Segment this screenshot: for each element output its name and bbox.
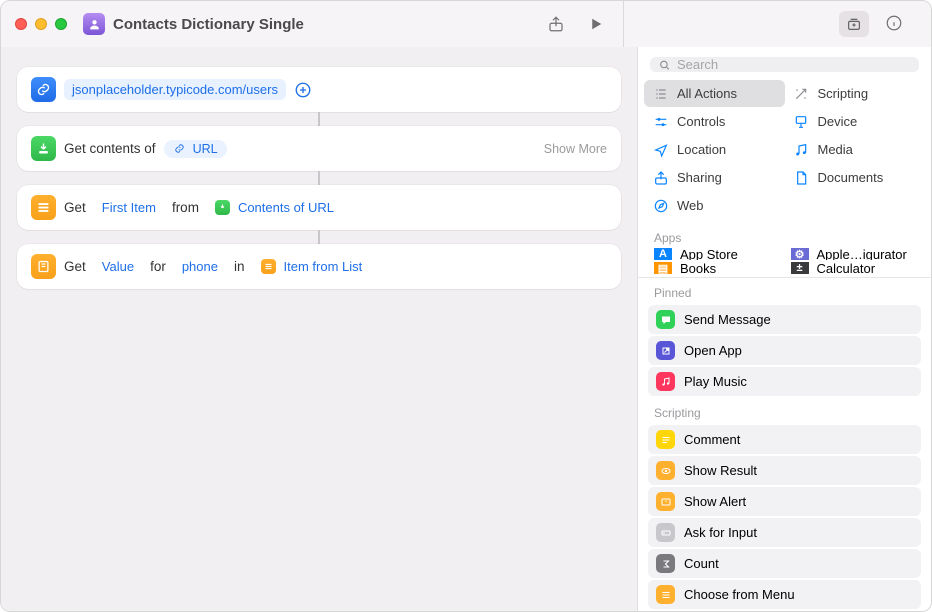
variable-url[interactable]: URL [164,140,227,158]
url-action-block[interactable]: jsonplaceholder.typicode.com/users [17,67,621,112]
window-controls [15,18,67,30]
action-item[interactable]: Show Result [648,456,921,485]
music-icon [793,141,810,158]
music-icon [656,372,675,391]
category-location[interactable]: Location [644,136,785,163]
word-for: for [150,259,166,274]
category-grid: All ActionsScriptingControlsDeviceLocati… [638,80,931,223]
action-item[interactable]: Comment [648,425,921,454]
variable-item-from-list[interactable]: Item from List [253,256,371,277]
get-item-action-block[interactable]: Get First Item from Contents of URL [17,185,621,230]
category-scripting[interactable]: Scripting [785,80,926,107]
action-item[interactable]: Send Message [648,305,921,334]
apps-grid: AApp Store⚙Apple…igurator▤Books±Calculat… [638,248,931,274]
category-device[interactable]: Device [785,108,926,135]
zoom-window-button[interactable] [55,18,67,30]
search-input[interactable] [677,57,911,72]
category-documents[interactable]: Documents [785,164,926,191]
minimize-window-button[interactable] [35,18,47,30]
list-icon [31,195,56,220]
titlebar: Contacts Dictionary Single [1,1,931,47]
category-media[interactable]: Media [785,136,926,163]
pinned-list: Send MessageOpen AppPlay Music [638,303,931,398]
word-from: from [172,200,199,215]
section-header-scripting: Scripting [638,398,931,423]
url-field[interactable]: jsonplaceholder.typicode.com/users [64,79,286,100]
action-item[interactable]: Show Alert [648,487,921,516]
scripting-list: CommentShow ResultShow AlertAsk for Inpu… [638,423,931,611]
section-header-apps: Apps [638,223,931,248]
app-icon: ▤ [654,262,672,274]
action-item[interactable]: Choose from Menu [648,580,921,609]
input-icon [656,523,675,542]
show-more-button[interactable]: Show More [544,142,607,156]
word-get: Get [64,259,86,274]
action-label: Get contents of [64,141,156,156]
wand-icon [793,85,810,102]
action-item[interactable]: Open App [648,336,921,365]
search-icon [658,58,671,72]
variable-first-item[interactable]: First Item [94,197,164,218]
slider-icon [652,113,669,130]
search-field[interactable] [650,57,919,72]
app-item[interactable]: AApp Store [648,248,785,260]
open-icon [656,341,675,360]
app-icon: ± [791,262,809,274]
word-get: Get [64,200,86,215]
info-icon[interactable] [885,14,903,35]
add-url-icon[interactable] [294,81,312,99]
download-icon [31,136,56,161]
workflow-canvas[interactable]: jsonplaceholder.typicode.com/users Get c… [1,47,637,611]
category-all[interactable]: All Actions [644,80,785,107]
share-icon [652,169,669,186]
list-icon [261,259,276,274]
nav-icon [652,141,669,158]
link-icon [31,77,56,102]
share-icon[interactable] [547,15,565,33]
app-icon: ⚙ [791,248,809,260]
action-item[interactable]: Count [648,549,921,578]
msg-icon [656,310,675,329]
download-icon [215,200,230,215]
action-item[interactable]: Play Music [648,367,921,396]
shortcut-app-icon [83,13,105,35]
category-sharing[interactable]: Sharing [644,164,785,191]
variable-contents-of-url[interactable]: Contents of URL [207,197,342,218]
app-item[interactable]: ±Calculator [785,262,922,274]
app-item[interactable]: ▤Books [648,262,785,274]
variable-value[interactable]: Value [94,256,142,277]
safari-icon [652,197,669,214]
get-dictionary-value-action-block[interactable]: Get Value for phone in Item from List [17,244,621,289]
lines-icon [656,430,675,449]
connector-line [318,230,320,244]
key-phone[interactable]: phone [174,256,226,277]
run-icon[interactable] [587,15,605,33]
word-in: in [234,259,245,274]
window-title: Contacts Dictionary Single [113,16,547,33]
sigma-icon [656,554,675,573]
eye-icon [656,461,675,480]
menu-icon [656,585,675,604]
alert-icon [656,492,675,511]
link-icon [173,142,186,155]
library-toggle-icon[interactable] [839,11,869,37]
connector-line [318,171,320,185]
app-icon: A [654,248,672,260]
category-web[interactable]: Web [644,192,785,219]
doc-icon [793,169,810,186]
action-item[interactable]: Ask for Input [648,518,921,547]
list-icon [652,85,669,102]
actions-sidebar: All ActionsScriptingControlsDeviceLocati… [637,47,931,611]
dictionary-icon [31,254,56,279]
category-controls[interactable]: Controls [644,108,785,135]
device-icon [793,113,810,130]
close-window-button[interactable] [15,18,27,30]
section-header-pinned: Pinned [638,278,931,303]
get-contents-action-block[interactable]: Get contents of URL Show More [17,126,621,171]
app-item[interactable]: ⚙Apple…igurator [785,248,922,260]
connector-line [318,112,320,126]
